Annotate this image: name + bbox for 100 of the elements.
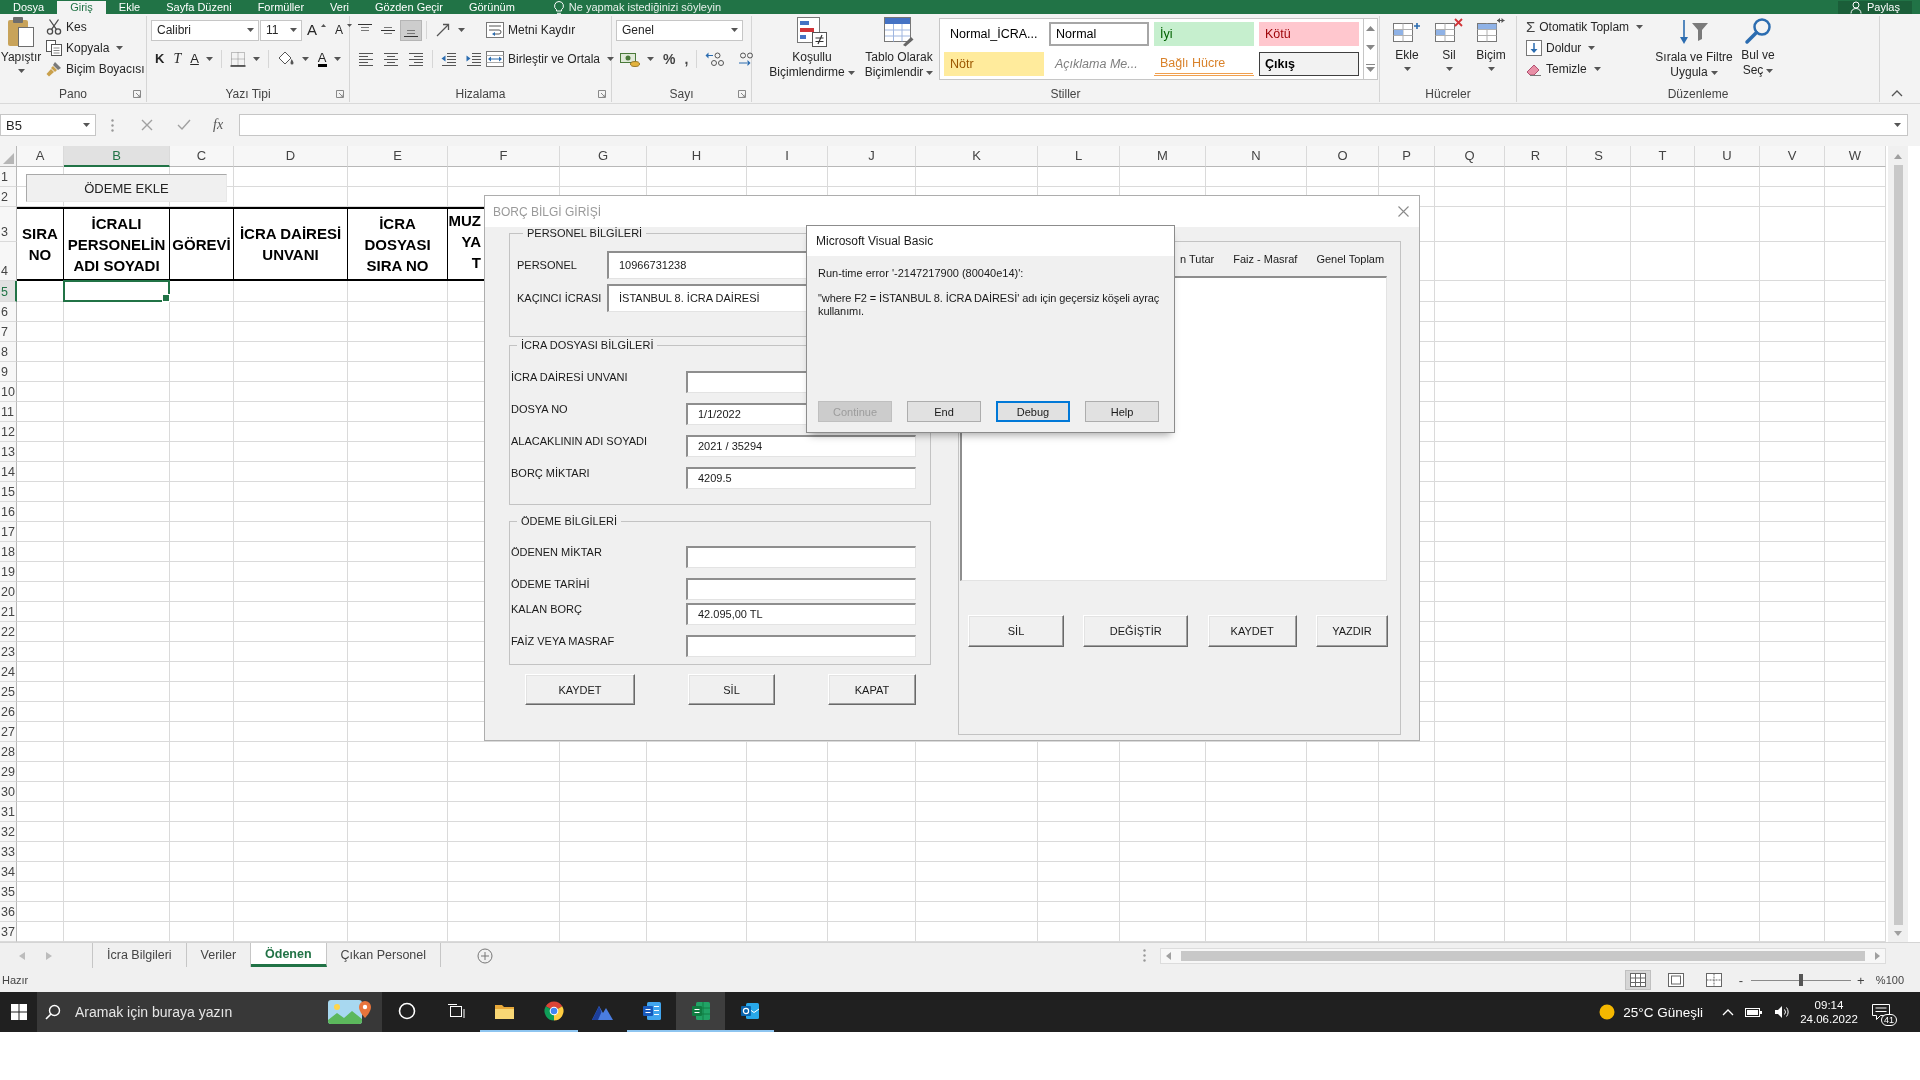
zoom-in-button[interactable]: +: [1853, 972, 1868, 988]
dialog-button[interactable]: Help: [1085, 401, 1159, 422]
row-header[interactable]: 1: [0, 167, 17, 187]
number-format-dropdown[interactable]: Genel: [616, 19, 743, 41]
row-header[interactable]: 5: [0, 281, 17, 302]
ribbon-tab[interactable]: Ekle: [105, 1, 154, 14]
normal-view-button[interactable]: [1624, 970, 1651, 990]
column-header[interactable]: E: [348, 146, 448, 167]
clock-date[interactable]: 24.06.2022: [1800, 1012, 1858, 1026]
decrease-font-size-button[interactable]: A: [331, 19, 357, 41]
cell-style-option[interactable]: Çıkış: [1259, 52, 1359, 76]
text-field[interactable]: 42.095,00 TL: [686, 603, 916, 625]
row-header[interactable]: 26: [0, 702, 17, 722]
row-header[interactable]: 3: [0, 207, 17, 242]
scroll-thumb[interactable]: [1181, 950, 1865, 961]
column-header[interactable]: W: [1825, 146, 1886, 167]
italic-button[interactable]: T: [169, 48, 186, 70]
checkmark-icon[interactable]: [177, 119, 191, 131]
command-button[interactable]: DEĞİŞTİR: [1083, 615, 1189, 647]
comma-style-button[interactable]: ,: [680, 48, 693, 70]
search-field[interactable]: Aramak için buraya yazın: [37, 992, 382, 1032]
font-size-dropdown[interactable]: 11: [260, 19, 302, 41]
row-header[interactable]: 18: [0, 542, 17, 562]
row-header[interactable]: 34: [0, 862, 17, 882]
ribbon-tab[interactable]: Görünüm: [455, 1, 528, 14]
column-header[interactable]: D: [234, 146, 348, 167]
row-header[interactable]: 22: [0, 622, 17, 642]
share-button[interactable]: Paylaş: [1837, 1, 1912, 14]
vertical-scrollbar[interactable]: [1888, 146, 1908, 942]
column-header[interactable]: M: [1120, 146, 1206, 167]
command-button[interactable]: KAPAT: [828, 674, 916, 705]
row-header[interactable]: 36: [0, 902, 17, 922]
zoom-level[interactable]: %100: [1875, 974, 1904, 986]
format-as-table-button[interactable]: Tablo Olarak Biçimlendir: [861, 16, 937, 80]
cell-style-option[interactable]: Nötr: [944, 52, 1044, 76]
row-header[interactable]: 33: [0, 842, 17, 862]
insert-function-button[interactable]: fx: [211, 117, 226, 133]
command-button[interactable]: KAYDET: [1207, 615, 1297, 647]
dialog-button[interactable]: Debug: [996, 401, 1070, 422]
row-header[interactable]: 25: [0, 682, 17, 702]
row-header[interactable]: 6: [0, 302, 17, 322]
align-bottom-button[interactable]: [400, 19, 422, 41]
row-header[interactable]: 16: [0, 502, 17, 522]
column-header[interactable]: N: [1206, 146, 1307, 167]
sort-filter-button[interactable]: Sırala ve Filtre Uygula: [1653, 16, 1735, 80]
more-icon[interactable]: [1366, 64, 1375, 72]
row-header[interactable]: 13: [0, 442, 17, 462]
tell-me-search[interactable]: Ne yapmak istediğinizi söyleyin: [553, 1, 722, 14]
column-header[interactable]: Q: [1435, 146, 1505, 167]
conditional-formatting-button[interactable]: Koşullu Biçimlendirme: [767, 16, 857, 80]
add-icon[interactable]: [477, 947, 494, 964]
column-header[interactable]: L: [1038, 146, 1120, 167]
text-field[interactable]: [686, 578, 916, 600]
increase-font-size-button[interactable]: A: [303, 19, 330, 41]
column-header[interactable]: U: [1695, 146, 1760, 167]
row-header[interactable]: 35: [0, 882, 17, 902]
row-header[interactable]: 2: [0, 187, 17, 207]
column-header[interactable]: G: [560, 146, 647, 167]
close-icon[interactable]: [1398, 206, 1409, 217]
text-field[interactable]: [686, 635, 916, 657]
command-button[interactable]: YAZDIR: [1316, 615, 1388, 647]
cell-style-option[interactable]: İyi: [1154, 22, 1254, 46]
column-header[interactable]: A: [17, 146, 64, 167]
row-header[interactable]: 11: [0, 402, 17, 422]
dialog-launcher-icon[interactable]: [133, 90, 141, 98]
column-header[interactable]: P: [1379, 146, 1435, 167]
font-color-button[interactable]: A: [313, 48, 345, 70]
macro-button[interactable]: ÖDEME EKLE: [26, 174, 227, 202]
font-name-dropdown[interactable]: Calibri: [151, 19, 259, 41]
insert-cells-button[interactable]: Ekle: [1386, 16, 1428, 71]
merge-center-button[interactable]: Birleştir ve Ortala: [482, 48, 619, 70]
sheet-tab[interactable]: Çıkan Personel: [326, 943, 442, 967]
column-header[interactable]: R: [1505, 146, 1567, 167]
ribbon-tab[interactable]: Dosya: [0, 1, 58, 14]
row-header[interactable]: 29: [0, 762, 17, 782]
scroll-down-icon[interactable]: [1366, 45, 1375, 50]
dialog-launcher-icon[interactable]: [336, 90, 344, 98]
clock-time[interactable]: 09:14: [1814, 998, 1844, 1012]
find-select-button[interactable]: Bul ve Seç: [1735, 16, 1781, 78]
selected-cell[interactable]: [63, 280, 170, 302]
ribbon-tab[interactable]: Veri: [317, 1, 363, 14]
sheet-tab[interactable]: Ödenen: [251, 943, 327, 967]
cell-style-option[interactable]: Kötü: [1259, 22, 1359, 46]
row-header[interactable]: 4: [0, 242, 17, 281]
caret-icon[interactable]: [1894, 123, 1901, 127]
speaker-icon[interactable]: [1774, 1005, 1790, 1019]
command-button[interactable]: KAYDET: [525, 674, 635, 705]
row-header[interactable]: 15: [0, 482, 17, 502]
row-header[interactable]: 19: [0, 562, 17, 582]
row-header[interactable]: 9: [0, 362, 17, 382]
row-header[interactable]: 30: [0, 782, 17, 802]
row-header[interactable]: 17: [0, 522, 17, 542]
column-header[interactable]: K: [916, 146, 1038, 167]
scroll-left-icon[interactable]: [1166, 951, 1171, 960]
cut-button[interactable]: Kes: [42, 16, 149, 37]
scroll-thumb[interactable]: [1893, 165, 1903, 925]
row-header[interactable]: 31: [0, 802, 17, 822]
notifications-button[interactable]: 41: [1862, 992, 1900, 1032]
row-header[interactable]: 23: [0, 642, 17, 662]
column-header[interactable]: S: [1567, 146, 1631, 167]
